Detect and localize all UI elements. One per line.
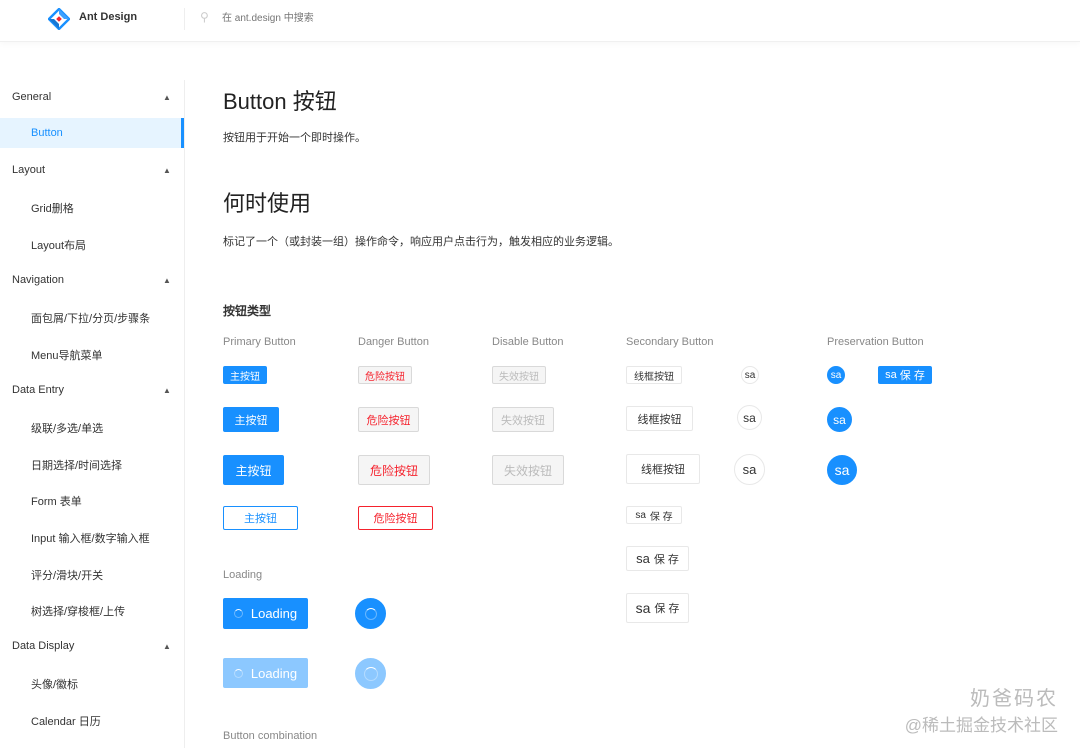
primary-ghost-button[interactable]: 主按钮: [223, 506, 298, 530]
chevron-up-icon[interactable]: ▲: [163, 166, 171, 175]
sidebar-item-datepicker[interactable]: 日期选择/时间选择: [31, 457, 122, 473]
danger-button-large[interactable]: 危险按钮: [358, 455, 430, 485]
loading-label: Loading: [250, 665, 298, 681]
danger-button-medium[interactable]: 危险按钮: [358, 407, 419, 432]
when-to-use-description: 标记了一个（或封装一组）操作命令，响应用户点击行为，触发相应的业务逻辑。: [223, 236, 619, 248]
sa-label: sa: [635, 509, 646, 521]
sidebar-item-input[interactable]: Input 输入框/数字输入框: [31, 530, 150, 546]
sidebar-item-button[interactable]: Button: [31, 127, 63, 139]
sidebar-item-breadcrumb[interactable]: 面包屑/下拉/分页/步骤条: [31, 310, 150, 326]
sidebar-item-layout[interactable]: Layout布局: [31, 237, 86, 253]
loading-spinner-icon: [233, 609, 243, 618]
sidebar: General ▲ Button Layout ▲ Grid删格 Layout布…: [0, 80, 185, 748]
outline-button-small[interactable]: 线框按钮: [626, 366, 682, 384]
sa-save-button-large[interactable]: sa 保 存: [626, 593, 689, 623]
sa-label: sa: [885, 369, 897, 381]
preservation-circle-button-medium[interactable]: sa: [827, 407, 852, 432]
disabled-button-medium[interactable]: 失效按钮: [492, 407, 554, 432]
sidebar-item-grid[interactable]: Grid删格: [31, 200, 74, 216]
loading-button[interactable]: Loading: [223, 598, 308, 629]
page-description: 按钮用于开始一个即时操作。: [223, 132, 366, 144]
danger-button-small[interactable]: 危险按钮: [358, 366, 412, 384]
sidebar-group-data-display[interactable]: Data Display: [12, 640, 74, 652]
sidebar-group-general[interactable]: General: [12, 91, 51, 103]
button-combination-heading: Button combination: [223, 730, 318, 742]
sidebar-active-highlight: [0, 118, 184, 148]
sa-label: sa: [636, 551, 650, 566]
save-label: 保 存: [654, 603, 680, 615]
ant-design-logo-icon[interactable]: [48, 8, 70, 30]
search-input[interactable]: [222, 10, 422, 26]
sidebar-item-rate[interactable]: 评分/滑块/开关: [31, 567, 103, 583]
app-name[interactable]: Ant Design: [79, 11, 137, 23]
sidebar-item-treeselect[interactable]: 树选择/穿梭框/上传: [31, 603, 125, 619]
primary-button-medium[interactable]: 主按钮: [223, 407, 279, 432]
watermark-line-1: 奶爸码农: [970, 688, 1058, 710]
sidebar-group-navigation[interactable]: Navigation: [12, 274, 64, 286]
chevron-up-icon[interactable]: ▲: [163, 93, 171, 102]
loading-button-disabled[interactable]: Loading: [223, 658, 308, 688]
sa-circle-button-small[interactable]: sa: [741, 366, 759, 384]
sidebar-group-layout[interactable]: Layout: [12, 164, 45, 176]
outline-button-large[interactable]: 线框按钮: [626, 454, 700, 484]
column-label-danger: Danger Button: [358, 336, 429, 348]
page-title: Button 按钮: [223, 89, 337, 114]
disabled-button-large[interactable]: 失效按钮: [492, 455, 564, 485]
search-icon[interactable]: ⚲: [200, 10, 209, 24]
top-header: Ant Design ⚲: [0, 0, 1080, 42]
watermark-line-2: @稀土掘金技术社区: [904, 716, 1058, 735]
watermark: 奶爸码农 @稀土掘金技术社区: [905, 682, 1058, 736]
chevron-up-icon[interactable]: ▲: [163, 276, 171, 285]
loading-circle-button[interactable]: [355, 598, 386, 629]
loading-heading: Loading: [223, 569, 263, 581]
preservation-circle-button-small[interactable]: sa: [827, 366, 845, 384]
header-divider: [184, 8, 185, 30]
primary-button-large[interactable]: 主按钮: [223, 455, 284, 485]
preservation-save-button[interactable]: sa 保 存: [878, 366, 932, 384]
sa-circle-button-medium[interactable]: sa: [737, 405, 762, 430]
primary-button-small[interactable]: 主按钮: [223, 366, 267, 384]
column-label-primary: Primary Button: [223, 336, 296, 348]
danger-ghost-button[interactable]: 危险按钮: [358, 506, 433, 530]
save-label: 保 存: [653, 553, 679, 566]
column-label-preservation: Preservation Button: [827, 336, 924, 348]
sa-circle-button-large[interactable]: sa: [734, 454, 765, 485]
loading-circle-button-disabled[interactable]: [355, 658, 386, 689]
loading-spinner-icon: [364, 607, 377, 620]
loading-spinner-icon: [233, 668, 243, 678]
sidebar-item-calendar[interactable]: Calendar 日历: [31, 713, 101, 729]
sidebar-group-data-entry[interactable]: Data Entry: [12, 384, 64, 396]
outline-button-medium[interactable]: 线框按钮: [626, 406, 693, 431]
sidebar-item-avatar[interactable]: 头像/徽标: [31, 676, 78, 692]
sidebar-item-cascader[interactable]: 级联/多选/单选: [31, 420, 103, 436]
disabled-button-small[interactable]: 失效按钮: [492, 366, 546, 384]
loading-label: Loading: [250, 606, 298, 621]
preservation-circle-button-large[interactable]: sa: [827, 455, 857, 485]
column-label-disable: Disable Button: [492, 336, 564, 348]
save-label: 保 存: [649, 511, 673, 523]
loading-spinner-icon: [363, 666, 378, 681]
chevron-up-icon[interactable]: ▲: [163, 386, 171, 395]
sa-save-button-small[interactable]: sa 保 存: [626, 506, 682, 524]
chevron-up-icon[interactable]: ▲: [163, 642, 171, 651]
when-to-use-heading: 何时使用: [223, 191, 312, 216]
save-label: 保 存: [899, 370, 925, 382]
sidebar-item-menu[interactable]: Menu导航菜单: [31, 347, 103, 363]
sa-save-button-medium[interactable]: sa 保 存: [626, 546, 689, 571]
button-types-heading: 按钮类型: [223, 304, 272, 318]
sidebar-item-form[interactable]: Form 表单: [31, 493, 82, 509]
column-label-secondary: Secondary Button: [626, 336, 714, 348]
sa-label: sa: [635, 600, 651, 616]
